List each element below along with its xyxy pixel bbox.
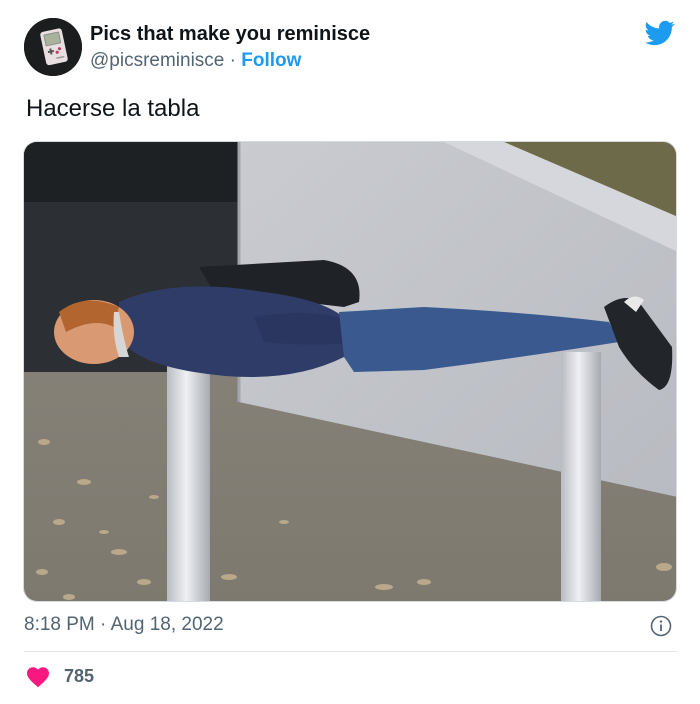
planking-photo: [24, 142, 676, 601]
tweet-text: Hacerse la tabla: [26, 95, 200, 122]
info-icon[interactable]: [650, 615, 672, 637]
like-count[interactable]: 785: [64, 666, 94, 687]
author-handle-row: @picsreminisce · Follow: [90, 50, 301, 72]
twitter-bird-icon[interactable]: [643, 18, 677, 48]
gameboy-icon: [24, 18, 82, 76]
avatar[interactable]: [24, 18, 82, 76]
follow-button[interactable]: Follow: [241, 50, 301, 71]
author-display-name[interactable]: Pics that make you reminisce: [90, 23, 370, 46]
author-handle[interactable]: @picsreminisce: [90, 50, 224, 71]
tweet-date: Aug 18, 2022: [110, 614, 224, 635]
handle-separator: ·: [229, 50, 236, 71]
tweet-photo[interactable]: [23, 141, 677, 602]
timestamp-separator: ·: [100, 614, 107, 635]
tweet-time: 8:18 PM: [24, 614, 95, 635]
divider: [24, 651, 677, 652]
tweet-timestamp[interactable]: 8:18 PM · Aug 18, 2022: [24, 614, 224, 636]
heart-icon[interactable]: [26, 666, 50, 688]
